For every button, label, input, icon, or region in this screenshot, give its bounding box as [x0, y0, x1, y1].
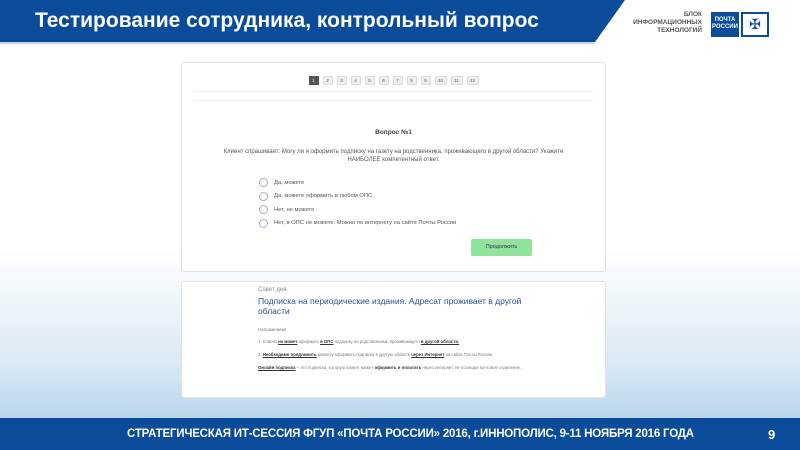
- page-button[interactable]: 6: [378, 76, 389, 85]
- page-button[interactable]: 10: [434, 76, 447, 85]
- tip-title: Подписка на периодические издания. Адрес…: [258, 296, 522, 316]
- page-button[interactable]: 11: [450, 76, 463, 85]
- question-title: Вопрос №1: [375, 129, 412, 136]
- option-label: Нет, не можете: [274, 206, 315, 213]
- page-title: Тестирование сотрудника, контрольный воп…: [35, 9, 539, 32]
- divider: [194, 91, 593, 92]
- page-button[interactable]: 9: [420, 76, 431, 85]
- radio-button[interactable]: [259, 178, 268, 188]
- divider: [194, 100, 593, 101]
- answer-options: Да, можете Да, можете оформить в любом О…: [259, 176, 456, 230]
- eagle-emblem-icon: ✠: [741, 12, 769, 37]
- tip-paragraph: 1. Клиент не может оформить в ОПС подпис…: [258, 339, 460, 344]
- answer-option[interactable]: Нет, в ОПС не можете. Можно по интернету…: [259, 217, 456, 231]
- radio-button[interactable]: [259, 191, 268, 201]
- tip-paragraph: 2. Необходимо предложить клиенту оформит…: [258, 352, 494, 357]
- pochta-logo: ПОЧТА РОССИИ: [711, 12, 739, 37]
- tip-of-day-panel: Совет дня Подписка на периодические изда…: [181, 281, 606, 398]
- page-button[interactable]: 12: [466, 76, 479, 85]
- page-button[interactable]: 2: [322, 76, 333, 85]
- answer-option[interactable]: Да, можете: [259, 176, 456, 190]
- header: Тестирование сотрудника, контрольный воп…: [0, 0, 800, 46]
- question-text: Клиент спрашивает: Могу ли я оформить по…: [223, 149, 564, 163]
- option-label: Нет, в ОПС не можете. Можно по интернету…: [274, 220, 457, 227]
- footer-text: СТРАТЕГИЧЕСКАЯ ИТ-СЕССИЯ ФГУП «ПОЧТА РОС…: [127, 428, 694, 440]
- radio-button[interactable]: [259, 218, 268, 228]
- test-panel: 1 2 3 4 5 6 7 8 9 10 11 12 Вопрос №1 Клиент спрашив…: [181, 62, 606, 272]
- page-button[interactable]: 3: [336, 76, 347, 85]
- footer: СТРАТЕГИЧЕСКАЯ ИТ-СЕССИЯ ФГУП «ПОЧТА РОС…: [0, 418, 800, 450]
- block-label: БЛОК ИНФОРМАЦИОННЫХ ТЕХНОЛОГИЙ: [633, 11, 702, 34]
- page-button[interactable]: 8: [406, 76, 417, 85]
- radio-button[interactable]: [259, 205, 268, 215]
- page-button[interactable]: 7: [392, 76, 403, 85]
- slide-number: 9: [768, 427, 776, 442]
- answer-option[interactable]: Нет, не можете: [259, 203, 456, 217]
- page-button[interactable]: 1: [308, 76, 319, 85]
- tip-paragraph: Онлайн подписка – это подписка, которую …: [258, 365, 522, 370]
- tip-label: Совет дня: [258, 287, 287, 293]
- option-label: Да, можете: [274, 179, 305, 186]
- question-pagination: 1 2 3 4 5 6 7 8 9 10 11 12: [182, 76, 605, 85]
- answer-option[interactable]: Да, можете оформить в любом ОПС: [259, 190, 456, 204]
- tip-reminder: Напоминаем!: [258, 327, 287, 332]
- option-label: Да, можете оформить в любом ОПС: [274, 193, 373, 200]
- page-button[interactable]: 4: [350, 76, 361, 85]
- continue-button[interactable]: Продолжить: [471, 239, 532, 256]
- page-button[interactable]: 5: [364, 76, 375, 85]
